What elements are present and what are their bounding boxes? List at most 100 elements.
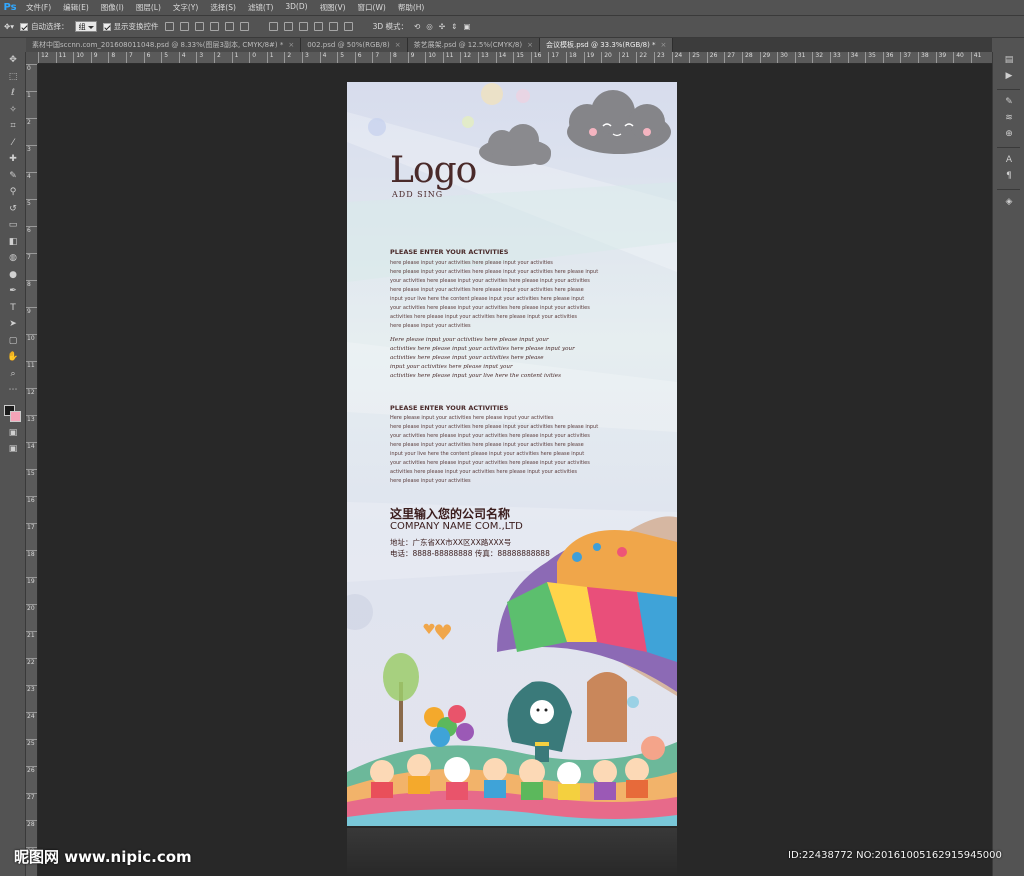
- 3d-slide-icon[interactable]: ⇕: [451, 22, 457, 31]
- menu-items: 文件(F) 编辑(E) 图像(I) 图层(L) 文字(Y) 选择(S) 滤镜(T) 3D(D)…: [20, 2, 430, 13]
- align-right-icon[interactable]: [239, 22, 249, 31]
- close-tab-icon[interactable]: ×: [661, 41, 667, 49]
- poster-logo: Logo: [390, 150, 477, 191]
- background-color-swatch[interactable]: [10, 410, 21, 422]
- move-tool-preset-icon[interactable]: ✥▾: [4, 22, 14, 31]
- document-tab[interactable]: 002.psd @ 50%(RGB/8) ×: [301, 38, 408, 52]
- ruler-tick: 10: [425, 52, 436, 63]
- vertical-ruler[interactable]: 0 1 2 3 4 5 6 7 8 9 10 11 12 13 14 15 16 17 18 19 20 21 22 23 24…: [26, 64, 38, 876]
- align-middle-icon[interactable]: [179, 22, 189, 31]
- align-top-icon[interactable]: [164, 22, 174, 31]
- text-line: Here please input your activities here p…: [390, 415, 554, 421]
- 3d-rotate-icon[interactable]: ⟲: [414, 22, 420, 31]
- distribute-middle-icon[interactable]: [283, 22, 293, 31]
- brush-tool-icon[interactable]: ✎: [0, 168, 26, 185]
- eraser-tool-icon[interactable]: ▭: [0, 217, 26, 234]
- more-tools-icon[interactable]: ⋯: [0, 382, 26, 399]
- zoom-tool-icon[interactable]: ⌕: [0, 366, 26, 383]
- menu-item[interactable]: 帮助(H): [392, 2, 431, 13]
- ruler-tick: 8: [26, 280, 37, 288]
- healing-brush-icon[interactable]: ✚: [0, 151, 26, 168]
- text-line: activities here please input your activi…: [390, 355, 544, 361]
- ruler-tick: 28: [26, 820, 37, 828]
- menu-item[interactable]: 滤镜(T): [242, 2, 279, 13]
- distribute-center-icon[interactable]: [328, 22, 338, 31]
- blur-tool-icon[interactable]: ◍: [0, 250, 26, 267]
- ruler-tick: 7: [372, 52, 379, 63]
- poster-document[interactable]: Logo ADD SING PLEASE ENTER YOUR ACTIVITI…: [347, 82, 677, 826]
- align-bottom-icon[interactable]: [194, 22, 204, 31]
- paint-bucket-icon[interactable]: ◧: [0, 234, 26, 251]
- color-swatches[interactable]: [0, 403, 26, 425]
- lasso-tool-icon[interactable]: ℓ: [0, 85, 26, 102]
- menu-item[interactable]: 文件(F): [20, 2, 57, 13]
- menu-item[interactable]: 选择(S): [204, 2, 242, 13]
- character-icon[interactable]: A: [993, 152, 1024, 168]
- ruler-tick: 41: [970, 52, 981, 63]
- menu-item[interactable]: 图层(L): [130, 2, 167, 13]
- horizontal-ruler[interactable]: 12 11 10 9 8 7 6 5 4 3 2 1 0 1 2 3 4 5 6 7 8 9 10 11 12 13 14 15 16 1…: [38, 52, 992, 64]
- 3d-scale-icon[interactable]: ▣: [463, 22, 470, 31]
- document-tab[interactable]: 素材中国sccnn.com_201608011048.psd @ 8.33%(图…: [26, 38, 302, 52]
- quick-mask-icon[interactable]: ▣: [0, 425, 26, 442]
- path-select-icon[interactable]: ➤: [0, 316, 26, 333]
- distribute-bottom-icon[interactable]: [298, 22, 308, 31]
- 3d-pan-icon[interactable]: ✣: [439, 22, 445, 31]
- ruler-tick: 29: [759, 52, 770, 63]
- close-tab-icon[interactable]: ×: [527, 41, 533, 49]
- clone-source-icon[interactable]: ⊕: [993, 126, 1024, 142]
- ruler-tick: 8: [390, 52, 397, 63]
- close-tab-icon[interactable]: ×: [395, 41, 401, 49]
- move-tool-icon[interactable]: ✥: [0, 52, 26, 69]
- ruler-tick: 11: [442, 52, 453, 63]
- align-center-icon[interactable]: [224, 22, 234, 31]
- menu-item[interactable]: 窗口(W): [352, 2, 392, 13]
- screen-mode-icon[interactable]: ▣: [0, 441, 26, 458]
- distribute-left-icon[interactable]: [313, 22, 323, 31]
- menu-item[interactable]: 编辑(E): [57, 2, 95, 13]
- document-tab[interactable]: 会议模板.psd @ 33.3%(RGB/8) * ×: [539, 38, 674, 52]
- ruler-tick: 9: [90, 52, 98, 63]
- close-tab-icon[interactable]: ×: [288, 41, 294, 49]
- history-icon[interactable]: ▤: [993, 52, 1024, 68]
- ruler-tick: 0: [249, 52, 256, 63]
- document-tab[interactable]: 茶艺展架.psd @ 12.5%(CMYK/8) ×: [407, 38, 540, 52]
- company-phone: 电话：8888-88888888 传真：88888888888: [390, 549, 550, 558]
- dodge-tool-icon[interactable]: ●: [0, 267, 26, 284]
- right-panel-dock: ▤ ▶ ✎ ≋ ⊕ A ¶ ◈: [992, 52, 1024, 876]
- 3d-roll-icon[interactable]: ◎: [426, 22, 433, 31]
- photoshop-logo-icon[interactable]: Ps: [0, 0, 20, 16]
- hand-tool-icon[interactable]: ✋: [0, 349, 26, 366]
- clone-stamp-icon[interactable]: ⚲: [0, 184, 26, 201]
- distribute-top-icon[interactable]: [268, 22, 278, 31]
- menu-item[interactable]: 图像(I): [95, 2, 130, 13]
- brush-presets-icon[interactable]: ≋: [993, 110, 1024, 126]
- text-line: activities here please input your activi…: [390, 346, 575, 352]
- actions-icon[interactable]: ▶: [993, 68, 1024, 84]
- crop-tool-icon[interactable]: ⌗: [0, 118, 26, 135]
- ruler-tick: 24: [671, 52, 682, 63]
- shape-tool-icon[interactable]: ▢: [0, 333, 26, 350]
- show-transform-checkbox[interactable]: 显示变换控件: [102, 21, 159, 32]
- menu-item[interactable]: 视图(V): [314, 2, 352, 13]
- grey-cloud: [479, 124, 551, 166]
- eyedropper-tool-icon[interactable]: ⁄: [0, 135, 26, 152]
- ruler-tick: 12: [26, 388, 37, 396]
- distribute-right-icon[interactable]: [343, 22, 353, 31]
- align-left-icon[interactable]: [209, 22, 219, 31]
- history-brush-icon[interactable]: ↺: [0, 201, 26, 218]
- auto-select-checkbox[interactable]: 自动选择：: [20, 21, 69, 32]
- auto-select-label: 自动选择：: [31, 22, 69, 31]
- ruler-tick: 2: [214, 52, 221, 63]
- menu-item[interactable]: 3D(D): [279, 2, 313, 13]
- paragraph-icon[interactable]: ¶: [993, 168, 1024, 184]
- auto-select-dropdown[interactable]: 组: [74, 21, 97, 32]
- marquee-tool-icon[interactable]: ⬚: [0, 69, 26, 86]
- pen-tool-icon[interactable]: ✒: [0, 283, 26, 300]
- type-tool-icon[interactable]: T: [0, 300, 26, 317]
- 3d-cube-icon[interactable]: ◈: [993, 194, 1024, 210]
- menu-bar: Ps 文件(F) 编辑(E) 图像(I) 图层(L) 文字(Y) 选择(S) 滤镜(T) 3D…: [0, 0, 1024, 16]
- quick-select-tool-icon[interactable]: ✧: [0, 102, 26, 119]
- brush-icon[interactable]: ✎: [993, 94, 1024, 110]
- menu-item[interactable]: 文字(Y): [167, 2, 204, 13]
